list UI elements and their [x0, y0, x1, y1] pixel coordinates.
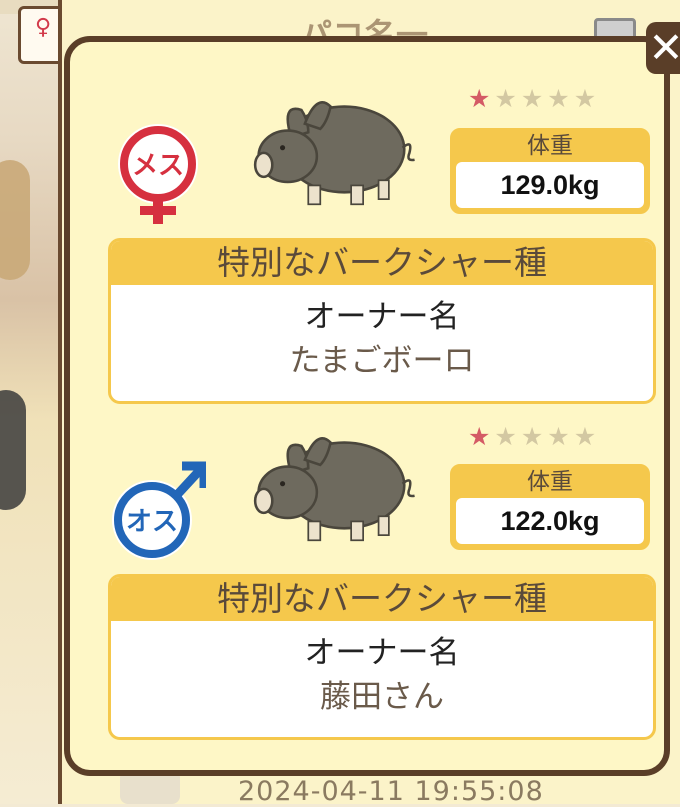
star-empty-icon: ★ — [520, 422, 548, 451]
breed-title: 特別なバークシャー種 — [111, 241, 653, 285]
star-filled-icon: ★ — [468, 422, 495, 451]
breed-title: 特別なバークシャー種 — [111, 577, 653, 621]
pig-parents-popup: メス ★★★★★ 体重 129.0kg 特別なバークシャー種 オーナー名 たまご… — [64, 36, 670, 776]
male-sex-label: オス — [126, 507, 178, 537]
female-sex-label: メス — [132, 151, 184, 181]
male-weight-box: 体重 122.0kg — [450, 464, 650, 550]
female-pig-image — [253, 101, 415, 206]
background-pig-shape — [0, 160, 30, 280]
owner-name: たまごボーロ — [289, 343, 475, 379]
female-weight-box: 体重 129.0kg — [450, 128, 650, 214]
weight-label: 体重 — [527, 133, 573, 159]
owner-label: オーナー名 — [304, 635, 460, 671]
background-date: 2024-04-11 19:55:08 — [238, 776, 544, 807]
male-rarity-stars: ★★★★★ — [468, 422, 600, 451]
background-pig-shape — [0, 390, 26, 510]
star-empty-icon: ★ — [494, 84, 521, 113]
star-empty-icon: ★ — [547, 84, 574, 113]
weight-value: 129.0kg — [456, 162, 644, 208]
female-rarity-stars: ★★★★★ — [468, 84, 600, 113]
weight-value: 122.0kg — [456, 498, 644, 544]
star-empty-icon: ★ — [547, 422, 574, 451]
close-icon: ✕ — [648, 23, 680, 72]
star-empty-icon: ★ — [573, 84, 601, 113]
male-pig-image — [253, 437, 415, 542]
star-empty-icon: ★ — [520, 84, 548, 113]
male-breed-card: 特別なバークシャー種 オーナー名 藤田さん — [108, 574, 656, 740]
star-empty-icon: ★ — [494, 422, 521, 451]
male-sex-icon: オス — [112, 461, 206, 560]
owner-label: オーナー名 — [304, 299, 460, 335]
weight-label: 体重 — [527, 469, 573, 495]
star-filled-icon: ★ — [468, 84, 495, 113]
owner-name: 藤田さん — [320, 679, 444, 715]
close-button[interactable]: ✕ — [646, 22, 680, 74]
female-sex-icon: メス — [118, 124, 198, 224]
female-breed-card: 特別なバークシャー種 オーナー名 たまごボーロ — [108, 238, 656, 404]
star-empty-icon: ★ — [573, 422, 601, 451]
